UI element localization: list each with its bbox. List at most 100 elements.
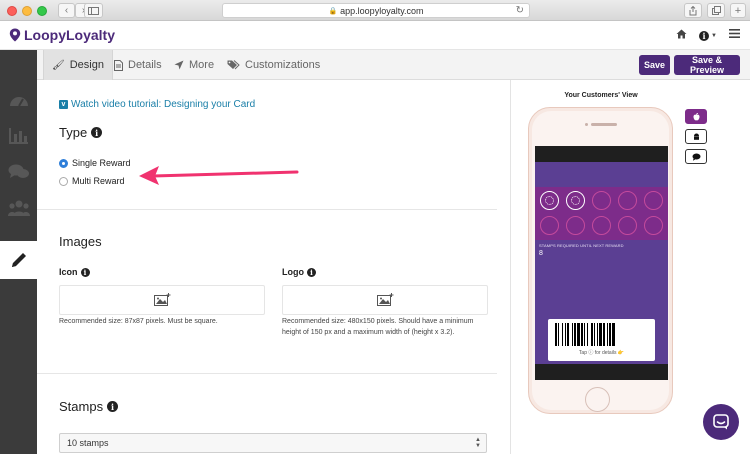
window-minimize-button[interactable]: [22, 6, 32, 16]
apple-icon: [692, 112, 700, 120]
icon-hint: Recommended size: 87x87 pixels. Must be …: [59, 318, 218, 325]
tab-label: More: [189, 59, 215, 71]
info-icon[interactable]: i: [307, 267, 316, 277]
tabs-button[interactable]: [707, 3, 725, 18]
stamps-section-title: Stamps i: [59, 399, 119, 414]
stamp-empty: [618, 191, 637, 210]
tab-label: Customizations: [245, 59, 321, 71]
stamp-empty: [644, 216, 663, 235]
radio-single-reward[interactable]: Single Reward: [59, 158, 131, 168]
message-icon: [692, 153, 700, 161]
location-arrow-icon: [174, 60, 184, 70]
tutorial-text: Watch video tutorial: Designing your Car…: [71, 99, 256, 110]
radio-indicator[interactable]: [59, 176, 68, 186]
document-icon: [114, 59, 123, 71]
save-preview-button[interactable]: Save & Preview: [674, 55, 740, 75]
android-icon: [693, 133, 699, 140]
icon-upload-area[interactable]: [59, 285, 265, 315]
stamp-empty: [540, 216, 559, 235]
stamp-empty: [592, 216, 611, 235]
tab-label: Design: [69, 59, 104, 71]
sidebar-icon: [88, 6, 99, 15]
stamp-grid: [535, 187, 668, 240]
sidebar-item-analytics[interactable]: [0, 118, 37, 154]
users-icon: [7, 200, 30, 216]
info-icon[interactable]: i: [80, 267, 90, 277]
loyalty-card: STAMPS REQUIRED UNTIL NEXT REWARD 8 Tap …: [535, 162, 668, 364]
info-icon: i: [699, 30, 710, 41]
platform-message-button[interactable]: [685, 149, 707, 164]
editor-tabs: 🖌︎ Design Details More Customizations Sa…: [37, 50, 750, 80]
logo-upload-area[interactable]: [282, 285, 488, 315]
pencil-icon: [11, 253, 26, 267]
logo-hint-line-2: height of 150 px and a maximum width of …: [282, 329, 455, 336]
tutorial-link[interactable]: v Watch video tutorial: Designing your C…: [59, 99, 255, 110]
new-tab-button[interactable]: +: [730, 3, 746, 18]
add-image-icon: [376, 293, 393, 306]
stamp-empty: [566, 216, 585, 235]
tab-customizations[interactable]: Customizations: [227, 50, 320, 80]
sidebar-item-customers[interactable]: [0, 190, 37, 226]
info-icon[interactable]: i: [91, 127, 103, 138]
brush-icon: 🖌︎: [52, 59, 65, 71]
url-text: app.loopyloyalty.com: [340, 5, 424, 16]
stamp-filled: [566, 191, 585, 210]
speaker-icon: [591, 123, 617, 126]
customer-preview-panel: Your Customers' View STAMPS REQUIRED UNT…: [510, 80, 750, 454]
barcode: [555, 323, 648, 346]
sidebar-item-messages[interactable]: [0, 154, 37, 190]
menu-icon[interactable]: [729, 29, 740, 42]
save-button[interactable]: Save: [639, 55, 670, 75]
stamps-count-select[interactable]: 10 stamps ▲ ▼: [59, 433, 487, 453]
chat-launcher-button[interactable]: [703, 404, 739, 440]
preview-title: Your Customers' View: [564, 92, 638, 99]
window-close-button[interactable]: [7, 6, 17, 16]
browser-toolbar: ‹ › 🔒 app.loopyloyalty.com ↻ +: [0, 0, 750, 21]
caret-down-icon: ▼: [711, 32, 717, 39]
reload-icon[interactable]: ↻: [516, 5, 524, 16]
vimeo-icon: v: [59, 100, 68, 109]
tab-details[interactable]: Details: [114, 50, 162, 80]
back-button[interactable]: ‹: [58, 3, 75, 18]
tab-label: Details: [128, 59, 162, 71]
info-icon[interactable]: i: [107, 401, 119, 412]
app-header: LoopyLoyalty i ▼: [0, 22, 750, 50]
sidebar-item-design[interactable]: [0, 241, 37, 279]
stamp-empty: [644, 191, 663, 210]
stamp-filled: [540, 191, 559, 210]
left-sidebar: [0, 50, 37, 454]
add-image-icon: [153, 293, 170, 306]
plus-icon: +: [734, 4, 742, 17]
sidebar-toggle-button[interactable]: [84, 3, 103, 18]
tags-icon: [227, 60, 240, 70]
stamps-required-label: STAMPS REQUIRED UNTIL NEXT REWARD: [539, 243, 624, 248]
phone-home-button: [585, 387, 610, 412]
home-icon[interactable]: [676, 29, 687, 42]
address-bar[interactable]: 🔒 app.loopyloyalty.com ↻: [222, 3, 530, 18]
images-section-title: Images: [59, 234, 102, 249]
section-divider: [37, 209, 497, 210]
tap-for-details: Tap ⓘ for details 👉: [578, 350, 625, 356]
type-section-title: Type i: [59, 125, 103, 140]
brand-logo[interactable]: LoopyLoyalty: [9, 27, 115, 43]
phone-screen: STAMPS REQUIRED UNTIL NEXT REWARD 8 Tap …: [535, 146, 668, 380]
icon-field-label: Icon i: [59, 267, 90, 277]
radio-selected-indicator[interactable]: [59, 158, 68, 168]
annotation-arrow-icon: [139, 166, 299, 185]
share-button[interactable]: [684, 3, 702, 18]
radio-multi-reward[interactable]: Multi Reward: [59, 176, 125, 186]
share-icon: [689, 5, 697, 15]
barcode-area: Tap ⓘ for details 👉: [548, 319, 655, 361]
phone-mockup: STAMPS REQUIRED UNTIL NEXT REWARD 8 Tap …: [528, 107, 673, 414]
camera-icon: [585, 123, 588, 126]
platform-android-button[interactable]: [685, 129, 707, 144]
tab-design[interactable]: 🖌︎ Design: [43, 50, 113, 80]
select-arrows-icon: ▲ ▼: [475, 437, 481, 449]
window-zoom-button[interactable]: [37, 6, 47, 16]
tab-more[interactable]: More: [174, 50, 214, 80]
info-menu[interactable]: i ▼: [699, 29, 717, 42]
platform-apple-button[interactable]: [685, 109, 707, 124]
sidebar-item-dashboard[interactable]: [0, 82, 37, 118]
tabs-icon: [711, 6, 721, 15]
stamp-empty: [592, 191, 611, 210]
